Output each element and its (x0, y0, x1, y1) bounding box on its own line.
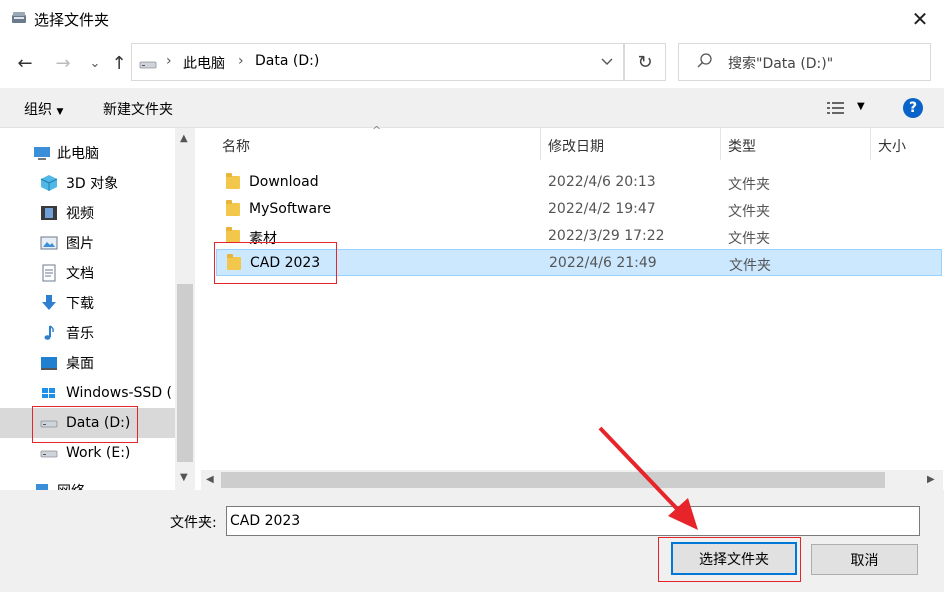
sidebar-item-videos[interactable]: 视频 (0, 198, 175, 228)
annotation-arrow-icon (598, 426, 698, 530)
annotation-highlight-cad-2023 (214, 242, 337, 284)
search-icon (697, 53, 712, 68)
select-folder-button[interactable]: 选择文件夹 (671, 542, 797, 575)
file-row-mysoftware[interactable]: MySoftware 2022/4/2 19:47 文件夹 (216, 196, 942, 223)
sidebar-item-windows-ssd[interactable]: Windows-SSD ( (0, 378, 175, 408)
column-divider[interactable] (870, 128, 871, 160)
scroll-left-icon[interactable]: ◀ (206, 474, 214, 485)
sort-ascending-icon: ^ (372, 124, 382, 137)
column-modified[interactable]: 修改日期 (548, 136, 604, 156)
drive-icon (40, 450, 58, 458)
chevron-down-icon: ⌄ (89, 55, 101, 71)
view-options-icon[interactable] (826, 100, 846, 116)
column-name[interactable]: 名称 (222, 136, 250, 156)
organize-label: 组织 (24, 102, 52, 118)
sidebar-item-label: Windows-SSD ( (66, 385, 173, 401)
desktop-icon (41, 357, 57, 370)
cube-icon (40, 175, 58, 191)
windows-drive-icon (42, 388, 55, 398)
column-divider[interactable] (540, 128, 541, 160)
folder-icon (226, 200, 240, 216)
title-bar (0, 0, 944, 38)
file-list-scrollbar-thumb[interactable] (221, 472, 885, 488)
picture-icon (40, 236, 58, 250)
help-icon: ? (908, 100, 918, 116)
recent-locations-button[interactable]: ⌄ (84, 50, 106, 76)
dropdown-arrow-icon: ▼ (56, 107, 64, 117)
sidebar-item-label: 视频 (66, 206, 94, 222)
refresh-icon: ↻ (637, 51, 653, 73)
file-modified: 2022/3/29 17:22 (548, 228, 665, 244)
sidebar-item-label: Work (E:) (66, 445, 131, 461)
back-button[interactable]: ← (14, 50, 36, 76)
folder-field-label: 文件夹: (170, 515, 217, 531)
column-type[interactable]: 类型 (728, 136, 756, 156)
document-icon (42, 264, 56, 282)
video-icon (41, 206, 57, 220)
address-dropdown-button[interactable] (590, 43, 624, 81)
folder-name-input[interactable] (226, 506, 920, 536)
scroll-down-icon[interactable]: ▼ (180, 472, 188, 483)
sidebar-item-label: 桌面 (66, 356, 94, 372)
sidebar-item-label: 下载 (66, 296, 94, 312)
file-modified: 2022/4/6 20:13 (548, 174, 656, 190)
file-modified: 2022/4/2 19:47 (548, 201, 656, 217)
file-type: 文件夹 (728, 177, 770, 193)
sidebar-item-3d-objects[interactable]: 3D 对象 (0, 168, 175, 198)
close-icon: ✕ (911, 7, 929, 31)
drive-icon (139, 61, 157, 69)
search-placeholder[interactable]: 搜索"Data (D:)" (728, 53, 833, 73)
sidebar-item-label: 文档 (66, 266, 94, 282)
folder-icon (226, 173, 240, 189)
column-size[interactable]: 大小 (878, 136, 906, 156)
breadcrumb-data-drive[interactable]: Data (D:) (255, 53, 319, 69)
computer-icon (34, 147, 50, 160)
file-modified: 2022/4/6 21:49 (549, 255, 657, 271)
breadcrumb-this-pc[interactable]: 此电脑 (183, 53, 225, 73)
breadcrumb-separator: › (166, 53, 172, 69)
close-button[interactable]: ✕ (896, 0, 944, 38)
sidebar-item-music[interactable]: 音乐 (0, 318, 175, 348)
refresh-button[interactable]: ↻ (624, 43, 666, 81)
forward-arrow-icon: → (55, 52, 71, 74)
help-button[interactable]: ? (903, 98, 923, 118)
new-folder-button[interactable]: 新建文件夹 (103, 99, 173, 119)
sidebar-item-this-pc[interactable]: 此电脑 (0, 138, 175, 168)
file-row-download[interactable]: Download 2022/4/6 20:13 文件夹 (216, 169, 942, 196)
forward-button[interactable]: → (52, 50, 74, 76)
sidebar-scrollbar-thumb[interactable] (177, 284, 193, 462)
up-arrow-icon: ↑ (111, 52, 127, 74)
sidebar-item-downloads[interactable]: 下载 (0, 288, 175, 318)
network-icon (36, 484, 48, 490)
sidebar-item-label: 图片 (66, 236, 94, 252)
sidebar-item-desktop[interactable]: 桌面 (0, 348, 175, 378)
scroll-up-icon[interactable]: ▲ (180, 133, 188, 144)
file-type: 文件夹 (728, 231, 770, 247)
sidebar-item-label: 音乐 (66, 326, 94, 342)
window-title: 选择文件夹 (34, 11, 110, 29)
file-name: MySoftware (249, 201, 332, 217)
sidebar-item-pictures[interactable]: 图片 (0, 228, 175, 258)
file-type: 文件夹 (729, 258, 771, 274)
breadcrumb-separator: › (238, 53, 244, 69)
sidebar-item-documents[interactable]: 文档 (0, 258, 175, 288)
file-type: 文件夹 (728, 204, 770, 220)
sidebar-item-label: 3D 对象 (66, 176, 119, 192)
file-name: Download (249, 174, 319, 190)
folder-picker-icon (12, 12, 26, 23)
organize-menu-button[interactable]: 组织 ▼ (24, 99, 63, 119)
annotation-highlight-data-drive (32, 406, 138, 443)
scroll-right-icon[interactable]: ▶ (927, 474, 935, 485)
column-divider[interactable] (720, 128, 721, 160)
sidebar-item-label: 此电脑 (57, 146, 99, 162)
up-button[interactable]: ↑ (108, 50, 130, 76)
back-arrow-icon: ← (17, 52, 33, 74)
view-dropdown-icon[interactable]: ▼ (857, 101, 865, 112)
sidebar-item-label: 网络 (57, 481, 85, 490)
cancel-button[interactable]: 取消 (811, 544, 918, 575)
sidebar-item-network[interactable]: 网络 (0, 476, 175, 490)
chevron-down-icon (601, 58, 613, 65)
music-icon (44, 325, 54, 340)
download-icon (42, 295, 56, 310)
